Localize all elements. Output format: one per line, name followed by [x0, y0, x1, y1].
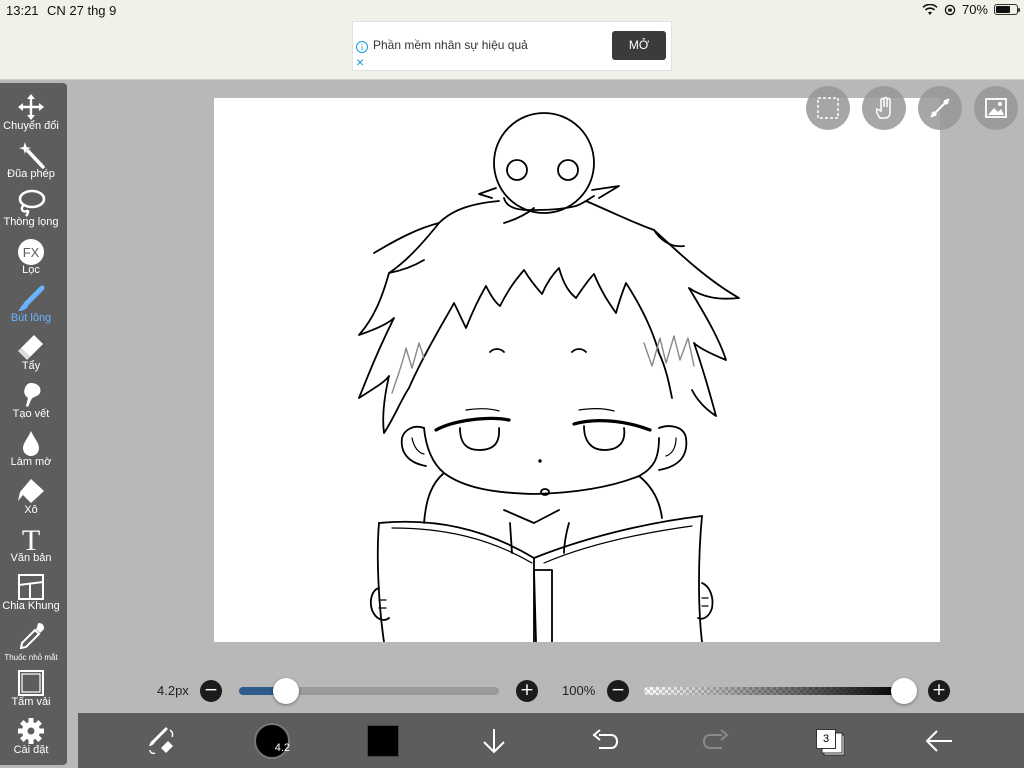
arrow-left-icon — [925, 730, 952, 752]
tool-text[interactable]: T Văn bản — [0, 521, 63, 569]
opacity-slider[interactable] — [644, 678, 917, 704]
brush-preview-button[interactable]: 4.2 — [254, 723, 290, 759]
drawing-canvas[interactable] — [214, 98, 940, 642]
tool-lasso[interactable]: Thòng lọng — [0, 185, 63, 233]
status-date: CN 27 thg 9 — [47, 3, 117, 18]
brush-eraser-swap-icon — [149, 727, 174, 755]
tool-label: Xô — [24, 504, 38, 516]
tool-brush[interactable]: Bút lông — [0, 281, 63, 329]
ad-banner[interactable]: i × Phần mềm nhân sự hiệu quả MỞ — [352, 21, 672, 71]
redo-icon — [702, 729, 729, 749]
undo-icon — [592, 729, 619, 749]
tool-label: Tẩy — [21, 360, 41, 372]
gear-icon — [18, 718, 44, 744]
bottom-toolbar: 4.2 3 — [78, 713, 1024, 768]
ruler-button[interactable] — [918, 86, 962, 130]
tool-transform[interactable]: Chuyển đổi — [0, 89, 63, 137]
reference-image-button[interactable] — [974, 86, 1018, 130]
ad-open-button[interactable]: MỞ — [612, 31, 666, 60]
opacity-decrease-button[interactable]: − — [607, 680, 629, 702]
tool-eyedropper[interactable]: Thuốc nhỏ mắt — [0, 617, 63, 665]
eyedropper-icon — [19, 623, 44, 649]
magic-wand-icon — [19, 142, 45, 169]
canvas-icon — [18, 670, 44, 696]
lasso-icon — [18, 189, 46, 217]
blur-icon — [23, 431, 39, 456]
tool-bucket[interactable]: Xô — [0, 473, 63, 521]
tool-label: Lọc — [22, 264, 40, 276]
opacity-thumb[interactable] — [891, 678, 917, 704]
color-picker-button[interactable] — [367, 725, 399, 757]
tool-canvas[interactable]: Tấm vải — [0, 665, 63, 713]
move-icon — [18, 94, 44, 120]
eraser-icon — [18, 335, 43, 360]
battery-icon — [994, 4, 1020, 15]
brush-size-decrease-button[interactable]: − — [200, 680, 222, 702]
tool-label: Văn bản — [10, 552, 52, 564]
selection-rect-icon — [817, 97, 839, 119]
tool-frame-divider[interactable]: Chia Khung — [0, 569, 63, 617]
svg-text:FX: FX — [23, 245, 40, 260]
tool-label: Chuyển đổi — [3, 120, 59, 132]
brush-size-thumb[interactable] — [273, 678, 299, 704]
redo-button[interactable] — [686, 713, 746, 768]
opacity-label: 100% — [562, 683, 596, 698]
tool-label: Tấm vải — [11, 696, 51, 708]
tool-magic-wand[interactable]: Đũa phép — [0, 137, 63, 185]
opacity-increase-button[interactable]: + — [928, 680, 950, 702]
tool-settings[interactable]: Cài đặt — [0, 713, 63, 761]
tool-label: Bút lông — [10, 312, 52, 324]
fx-icon: FX — [18, 239, 44, 265]
orientation-lock-icon — [944, 4, 956, 15]
tool-blur[interactable]: Làm mờ — [0, 425, 63, 473]
tool-smudge[interactable]: Tạo vết — [0, 377, 63, 425]
quick-tool-switch-button[interactable] — [132, 713, 192, 768]
smudge-icon — [24, 383, 41, 407]
artwork-drawing — [358, 112, 740, 642]
status-time: 13:21 — [6, 3, 39, 18]
image-icon — [985, 98, 1007, 118]
tool-palette: Chuyển đổi Đũa phép Thòng lọng FX Lọc Bú… — [0, 83, 67, 765]
tool-label: Tạo vết — [12, 408, 50, 420]
back-button[interactable] — [908, 713, 968, 768]
undo-button[interactable] — [575, 713, 635, 768]
brush-preview-size: 4.2 — [274, 742, 290, 754]
ad-text: Phần mềm nhân sự hiệu quả — [373, 38, 528, 52]
hand-tool-button[interactable] — [862, 86, 906, 130]
tool-label: Đũa phép — [7, 168, 55, 180]
text-icon: T — [22, 525, 40, 553]
tool-label: Thuốc nhỏ mắt — [4, 653, 58, 662]
battery-percent: 70% — [961, 2, 988, 17]
svg-text:T: T — [22, 525, 40, 553]
tool-label: Thòng lọng — [3, 216, 59, 228]
hand-icon — [875, 96, 891, 119]
ad-close-icon[interactable]: × — [356, 55, 364, 69]
frame-divider-icon — [18, 574, 44, 600]
bucket-icon — [18, 479, 44, 503]
ad-info-icon[interactable]: i — [356, 41, 368, 53]
tool-filter[interactable]: FX Lọc — [0, 233, 63, 281]
tool-label: Làm mờ — [10, 456, 52, 468]
arrow-down-icon — [483, 729, 505, 754]
brush-icon — [18, 285, 45, 311]
selection-button[interactable] — [806, 86, 850, 130]
ruler-icon — [930, 98, 950, 118]
layer-count: 3 — [816, 729, 836, 749]
brush-size-label: 4.2px — [157, 683, 189, 698]
tool-label: Chia Khung — [2, 600, 60, 612]
status-icons: 70% — [922, 2, 1020, 17]
brush-size-slider[interactable] — [239, 678, 499, 704]
layer-down-button[interactable] — [464, 713, 524, 768]
top-bar: 13:21 CN 27 thg 9 70% i × Phần mềm nhân … — [0, 0, 1024, 80]
brush-size-increase-button[interactable]: + — [516, 680, 538, 702]
wifi-icon — [922, 3, 938, 15]
tool-label: Cài đặt — [13, 744, 49, 756]
tool-eraser[interactable]: Tẩy — [0, 329, 63, 377]
